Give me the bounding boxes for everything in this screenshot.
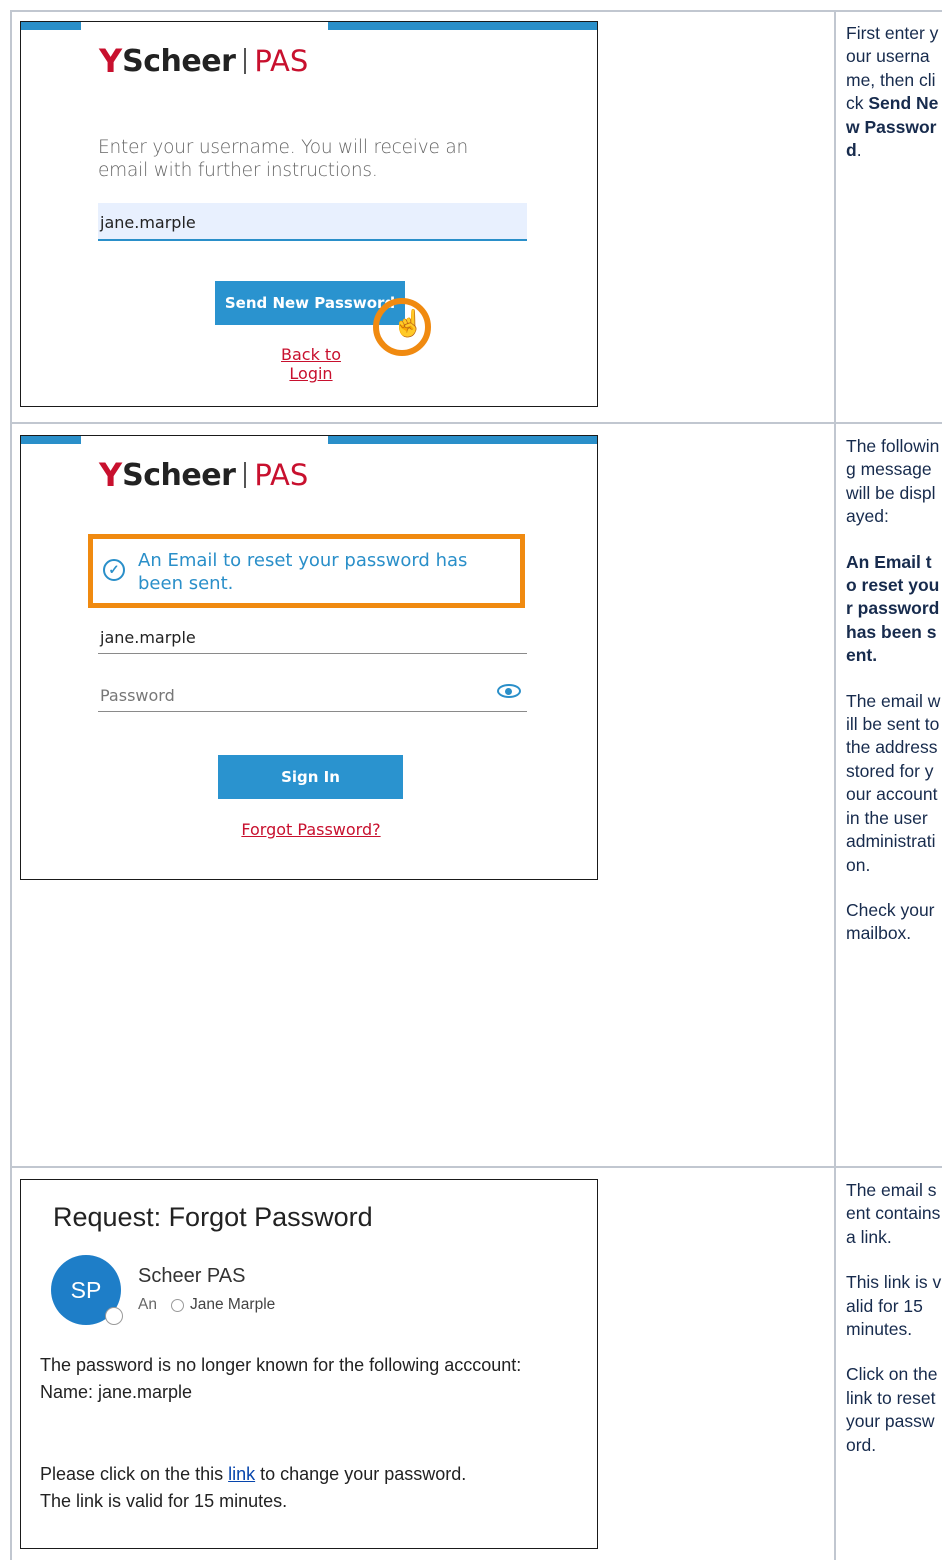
step3-description: The email sent contains a link. This lin… [846, 1179, 942, 1479]
recipient-name: Jane Marple [189, 1296, 276, 1313]
body-line-3-end: to change your password. [255, 1464, 467, 1484]
top-accent-bar-left [21, 436, 81, 444]
top-accent-bar-right [328, 22, 597, 30]
hand-pointer-icon: ☝ [392, 308, 425, 338]
check-circle-icon: ✓ [103, 559, 125, 581]
to-label: An [138, 1296, 157, 1313]
presence-icon [105, 1307, 123, 1325]
email-body-bottom: Please click on the this link to change … [40, 1461, 466, 1515]
reset-link[interactable]: link [228, 1464, 255, 1484]
recipient-status-icon [170, 1298, 184, 1312]
scheer-pas-logo: Y Scheer PAS [99, 456, 308, 494]
email-screenshot: Request: Forgot Password SP Scheer PAS A… [20, 1179, 598, 1549]
desc2-p3: The email will be sent to the address st… [846, 690, 941, 875]
username-input[interactable]: jane.marple [98, 624, 527, 654]
top-accent-bar-right [328, 436, 597, 444]
desc2-p2: An Email to reset your password has been… [846, 551, 940, 666]
step2-description: The following message will be displayed:… [846, 435, 942, 968]
body-line-1: The password is no longer known for the … [40, 1355, 522, 1375]
scheer-pas-logo: Y Scheer PAS [99, 42, 308, 80]
success-message: An Email to reset your password has been… [138, 550, 468, 594]
logo-separator [244, 462, 247, 488]
top-accent-bar-left [21, 22, 81, 30]
desc1-end: . [856, 140, 862, 161]
eye-icon[interactable] [497, 684, 521, 698]
table-row-divider-1 [10, 422, 942, 424]
body-line-3-start: Please click on the this [40, 1464, 229, 1484]
password-placeholder: Password [100, 686, 175, 705]
sender-name: Scheer PAS [138, 1265, 246, 1287]
step1-description: First enter your username, then click Se… [846, 22, 942, 184]
logo-separator [244, 48, 247, 74]
forgot-password-link[interactable]: Forgot Password? [226, 820, 396, 839]
password-input[interactable]: Password [98, 682, 527, 712]
scheer-logo-icon: Y [99, 42, 122, 80]
username-value: jane.marple [100, 628, 196, 647]
success-message-highlight: ✓ An Email to reset your password has be… [88, 534, 525, 608]
back-to-login-link[interactable]: Back to Login [259, 345, 363, 383]
username-value: jane.marple [100, 213, 196, 232]
table-border-left [10, 10, 12, 1560]
body-line-2: Name: jane.marple [40, 1382, 193, 1402]
logo-product: PAS [254, 458, 309, 492]
desc2-p4: Check your mailbox. [846, 899, 935, 944]
desc3-p1: The email sent contains a link. [846, 1180, 941, 1247]
scheer-logo-icon: Y [99, 456, 122, 494]
body-line-3: Please click on the this link to change … [40, 1461, 466, 1488]
logo-brand: Scheer [122, 43, 236, 79]
username-input[interactable]: jane.marple [98, 203, 527, 241]
logo-brand: Scheer [122, 457, 236, 493]
desc3-p2: This link is valid for 15 minutes. [846, 1272, 942, 1340]
table-column-divider [834, 10, 836, 1560]
table-row-divider-2 [10, 1166, 942, 1168]
login-screenshot: Y Scheer PAS ✓ An Email to reset your pa… [20, 435, 598, 880]
desc2-p1: The following message will be displayed: [846, 436, 940, 527]
instructions-text: Enter your username. You will receive an… [98, 137, 469, 181]
logo-product: PAS [254, 44, 309, 78]
forgot-password-screenshot: Y Scheer PAS Enter your username. You wi… [20, 21, 598, 407]
desc3-p3: Click on the link to reset your password… [846, 1364, 938, 1455]
email-body-top: The password is no longer known for the … [40, 1352, 521, 1406]
sign-in-button[interactable]: Sign In [218, 755, 403, 799]
table-border-top [10, 10, 942, 12]
body-line-4: The link is valid for 15 minutes. [40, 1491, 288, 1511]
email-subject: Request: Forgot Password [53, 1202, 373, 1232]
recipient-line: An Jane Marple [138, 1296, 275, 1314]
